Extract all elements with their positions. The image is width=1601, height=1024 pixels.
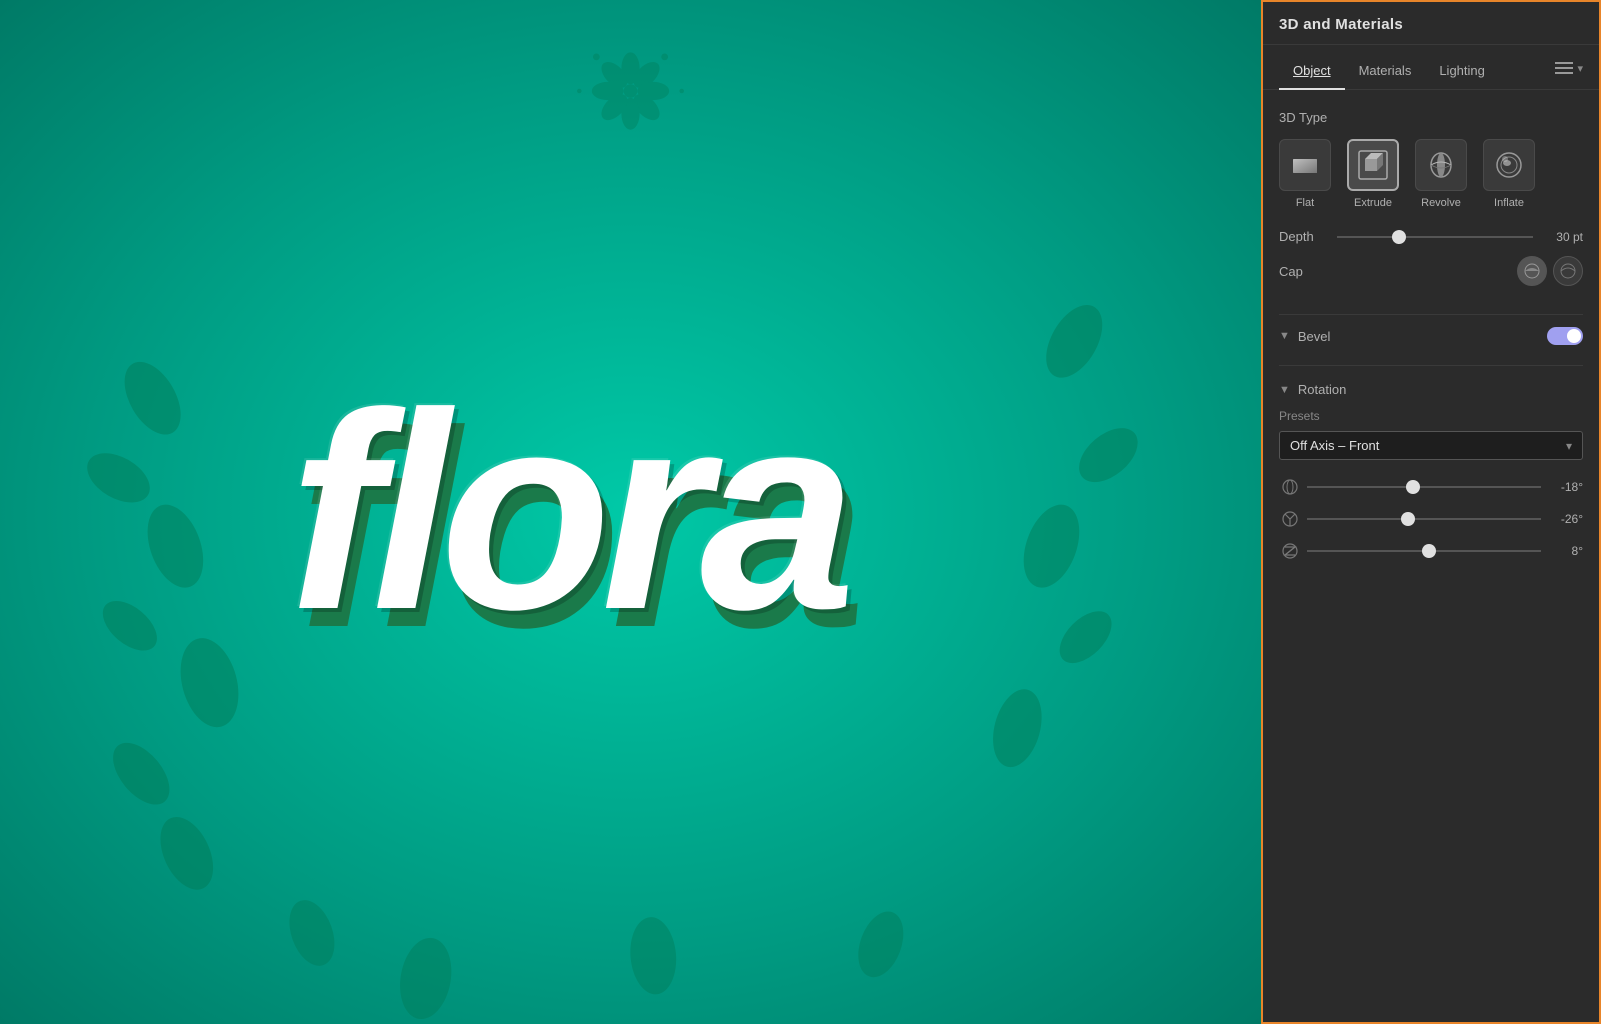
- panel-title: 3D and Materials: [1279, 16, 1403, 33]
- revolve-label: Revolve: [1421, 197, 1461, 209]
- type-flat[interactable]: Flat: [1279, 139, 1331, 209]
- panel-tabs: Object Materials Lighting ▾: [1263, 45, 1599, 90]
- rotation-x-slider[interactable]: [1307, 486, 1541, 488]
- panel-header: 3D and Materials: [1263, 2, 1599, 45]
- panel-body: 3D Type Flat: [1263, 90, 1599, 588]
- flora-text-container: flora flora: [289, 393, 846, 631]
- presets-dropdown[interactable]: Off Axis – Front ▾: [1279, 431, 1583, 460]
- rotation-section: ▼ Rotation Presets Off Axis – Front ▾: [1279, 382, 1583, 572]
- rotation-x-value: -18°: [1547, 480, 1583, 494]
- 3d-materials-panel: 3D and Materials Object Materials Lighti…: [1261, 0, 1601, 1024]
- y-slider-wrap: [1307, 518, 1541, 520]
- z-axis-icon: [1279, 540, 1301, 562]
- preset-value: Off Axis – Front: [1290, 438, 1566, 453]
- x-axis-icon: [1279, 476, 1301, 498]
- tab-lighting[interactable]: Lighting: [1425, 57, 1499, 90]
- x-slider-wrap: [1307, 486, 1541, 488]
- 3d-type-label: 3D Type: [1279, 110, 1583, 125]
- rotation-title: Rotation: [1298, 382, 1583, 397]
- bevel-header[interactable]: ▼ Bevel: [1279, 327, 1583, 345]
- depth-slider[interactable]: [1337, 236, 1533, 238]
- rotation-header[interactable]: ▼ Rotation: [1279, 382, 1583, 397]
- cap-btn-on[interactable]: [1517, 256, 1547, 286]
- type-revolve[interactable]: Revolve: [1415, 139, 1467, 209]
- rotation-y-row: -26°: [1279, 508, 1583, 530]
- bevel-toggle-knob: [1567, 329, 1581, 343]
- presets-label: Presets: [1279, 409, 1583, 423]
- rotation-y-value: -26°: [1547, 512, 1583, 526]
- bevel-chevron: ▼: [1279, 330, 1290, 342]
- cap-label: Cap: [1279, 264, 1517, 279]
- bevel-title: Bevel: [1298, 329, 1547, 344]
- extrude-icon-box: [1347, 139, 1399, 191]
- revolve-icon-box: [1415, 139, 1467, 191]
- bevel-toggle[interactable]: [1547, 327, 1583, 345]
- tab-materials[interactable]: Materials: [1345, 57, 1426, 90]
- flat-icon-box: [1279, 139, 1331, 191]
- divider-2: [1279, 365, 1583, 366]
- 3d-type-options: Flat Extrude: [1279, 139, 1583, 209]
- inflate-icon-box: [1483, 139, 1535, 191]
- type-inflate[interactable]: Inflate: [1483, 139, 1535, 209]
- cap-buttons: [1517, 256, 1583, 286]
- y-axis-icon: [1279, 508, 1301, 530]
- divider-1: [1279, 314, 1583, 315]
- panel-menu-icon[interactable]: ▾: [1555, 60, 1583, 86]
- cap-btn-off[interactable]: [1553, 256, 1583, 286]
- rotation-z-slider[interactable]: [1307, 550, 1541, 552]
- rotation-chevron: ▼: [1279, 384, 1290, 396]
- z-slider-wrap: [1307, 550, 1541, 552]
- rotation-z-row: 8°: [1279, 540, 1583, 562]
- depth-value: 30 pt: [1541, 230, 1583, 244]
- rotation-z-value: 8°: [1547, 544, 1583, 558]
- depth-slider-container: [1337, 236, 1533, 238]
- type-extrude[interactable]: Extrude: [1347, 139, 1399, 209]
- rotation-x-row: -18°: [1279, 476, 1583, 498]
- cap-row: Cap: [1279, 256, 1583, 286]
- inflate-label: Inflate: [1494, 197, 1524, 209]
- canvas-area: flora flora: [0, 0, 1261, 1024]
- tab-object[interactable]: Object: [1279, 57, 1345, 90]
- flora-main-text: flora: [289, 393, 846, 631]
- rotation-y-slider[interactable]: [1307, 518, 1541, 520]
- flat-label: Flat: [1296, 197, 1314, 209]
- presets-dropdown-arrow: ▾: [1566, 439, 1572, 453]
- extrude-label: Extrude: [1354, 197, 1392, 209]
- depth-label: Depth: [1279, 229, 1329, 244]
- depth-row: Depth 30 pt: [1279, 229, 1583, 244]
